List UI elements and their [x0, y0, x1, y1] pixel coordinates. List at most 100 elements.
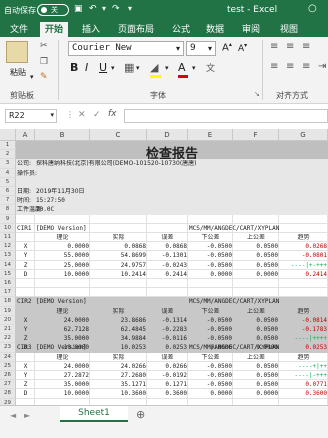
prev-sheet-icon[interactable]: ◄ — [10, 411, 16, 420]
borders-icon[interactable]: ▦ — [124, 61, 134, 74]
align-top-icon[interactable]: ≡ — [270, 41, 278, 52]
tab-file[interactable]: 文件 — [10, 22, 28, 35]
column-header[interactable]: F — [233, 129, 279, 141]
row-header[interactable]: 12 — [0, 242, 16, 252]
sheet-tab[interactable]: Sheet1 — [60, 406, 128, 422]
customize-qat-icon[interactable]: ▾ — [128, 4, 132, 13]
tab-page-layout[interactable]: 页面布局 — [118, 22, 154, 35]
user-icon[interactable]: ○ — [308, 3, 317, 14]
underline-dropdown-icon[interactable]: ▾ — [111, 64, 115, 72]
tab-formulas[interactable]: 公式 — [172, 22, 190, 35]
trend-indicator: 0.3600 — [305, 390, 327, 398]
redo-icon[interactable]: ↷ — [112, 4, 120, 14]
row-header[interactable]: 13 — [0, 251, 16, 261]
column-header[interactable]: D — [147, 129, 188, 141]
row-header[interactable]: 25 — [0, 361, 16, 371]
row-header[interactable]: 23 — [0, 343, 16, 353]
row-header[interactable]: 27 — [0, 380, 16, 390]
fill-dropdown-icon[interactable]: ▾ — [165, 64, 169, 72]
row-header[interactable]: 11 — [0, 233, 16, 243]
indent-icon[interactable]: ⇥ — [318, 61, 326, 72]
cut-icon[interactable]: ✂ — [40, 41, 48, 51]
tab-home[interactable]: 开始 — [40, 22, 69, 37]
cancel-icon[interactable]: ✕ — [78, 110, 86, 120]
italic-button[interactable]: I — [85, 61, 88, 74]
row-header[interactable]: 5 — [0, 177, 16, 187]
row-header[interactable]: 14 — [0, 260, 16, 270]
upper-tolerance: 0.0000 — [256, 270, 278, 278]
tab-review[interactable]: 审阅 — [242, 22, 260, 35]
row-header[interactable]: 8 — [0, 205, 16, 215]
more-icon: ⋮ — [66, 110, 74, 119]
autosave-toggle[interactable]: 关 — [37, 4, 69, 16]
paste-icon[interactable] — [6, 41, 28, 63]
row-header[interactable]: 22 — [0, 334, 16, 344]
align-center-icon[interactable]: ≡ — [286, 61, 294, 72]
row-header[interactable]: 10 — [0, 223, 16, 233]
paste-dropdown-icon[interactable]: ▾ — [30, 73, 34, 81]
undo-dropdown-icon[interactable]: ▾ — [102, 4, 106, 13]
tab-insert[interactable]: 插入 — [82, 22, 100, 35]
feature-name: CIR1 — [17, 224, 32, 232]
insert-function-button[interactable]: fx — [108, 109, 117, 119]
measured-value: 35.1271 — [120, 381, 146, 389]
row-header[interactable]: 18 — [0, 297, 16, 307]
row-header[interactable]: 7 — [0, 196, 16, 206]
underline-button[interactable]: U — [99, 61, 107, 74]
copy-icon[interactable]: ❐ — [40, 57, 48, 67]
row-header[interactable]: 3 — [0, 159, 16, 169]
row-header[interactable]: 19 — [0, 306, 16, 316]
row-header[interactable]: 16 — [0, 279, 16, 289]
worksheet-grid[interactable]: ABCDEFG 1 2 3 4 5 6 7 8 9 10 11 12 13 14 15 16 17 18 19 20 2… — [0, 129, 328, 405]
row-header[interactable]: 20 — [0, 315, 16, 325]
column-header[interactable]: C — [90, 129, 147, 141]
align-bottom-icon[interactable]: ≡ — [302, 41, 310, 52]
decrease-font-icon[interactable]: A▾ — [238, 42, 247, 54]
font-size-select[interactable]: 9 ▾ — [186, 41, 216, 56]
formula-input[interactable] — [124, 109, 328, 123]
format-painter-icon[interactable]: ✎ — [40, 72, 48, 82]
borders-dropdown-icon[interactable]: ▾ — [136, 64, 140, 72]
column-header[interactable]: E — [188, 129, 233, 141]
row-header[interactable]: 2 — [0, 150, 16, 160]
row-header[interactable]: 21 — [0, 325, 16, 335]
lower-tolerance: -0.0500 — [206, 335, 232, 343]
font-color-dropdown-icon[interactable]: ▾ — [192, 64, 196, 72]
undo-icon[interactable]: ↶ — [89, 4, 97, 14]
column-header[interactable]: B — [35, 129, 90, 141]
row-header[interactable]: 26 — [0, 371, 16, 381]
save-icon[interactable]: ▣ — [74, 4, 83, 14]
next-sheet-icon[interactable]: ► — [24, 411, 30, 420]
add-sheet-icon[interactable]: ⊕ — [136, 408, 145, 421]
nominal-value: 10.0000 — [63, 270, 89, 278]
name-box[interactable]: R22 ▾ — [5, 109, 57, 123]
font-size-value: 9 — [190, 43, 196, 53]
align-middle-icon[interactable]: ≡ — [286, 41, 294, 52]
align-right-icon[interactable]: ≡ — [302, 61, 310, 72]
row-header[interactable]: 4 — [0, 168, 16, 178]
row-header[interactable]: 6 — [0, 187, 16, 197]
font-name-select[interactable]: Courier New ▾ — [68, 41, 184, 56]
phonetic-icon[interactable]: 文 — [206, 61, 215, 74]
paste-button[interactable]: 粘贴 — [10, 67, 26, 78]
tab-view[interactable]: 视图 — [280, 22, 298, 35]
row-header[interactable]: 15 — [0, 269, 16, 279]
bold-button[interactable]: B — [70, 61, 78, 74]
row-header[interactable]: 9 — [0, 214, 16, 224]
align-left-icon[interactable]: ≡ — [270, 61, 278, 72]
column-label: 实际 — [112, 234, 125, 241]
row-header[interactable]: 1 — [0, 141, 16, 151]
select-all-corner[interactable] — [0, 129, 16, 141]
row-header[interactable]: 24 — [0, 352, 16, 362]
enter-icon[interactable]: ✓ — [93, 110, 101, 120]
increase-font-icon[interactable]: A▴ — [222, 41, 232, 53]
fill-color-icon[interactable]: ◢ — [150, 61, 158, 74]
measured-value: 62.4845 — [120, 326, 146, 333]
font-color-icon[interactable]: A — [178, 61, 186, 74]
tab-data[interactable]: 数据 — [206, 22, 224, 35]
row-header[interactable]: 28 — [0, 389, 16, 399]
column-header[interactable]: G — [279, 129, 328, 141]
row-header[interactable]: 17 — [0, 288, 16, 298]
font-dialog-launcher-icon[interactable]: ↘ — [254, 90, 260, 98]
column-header[interactable]: A — [16, 129, 35, 141]
